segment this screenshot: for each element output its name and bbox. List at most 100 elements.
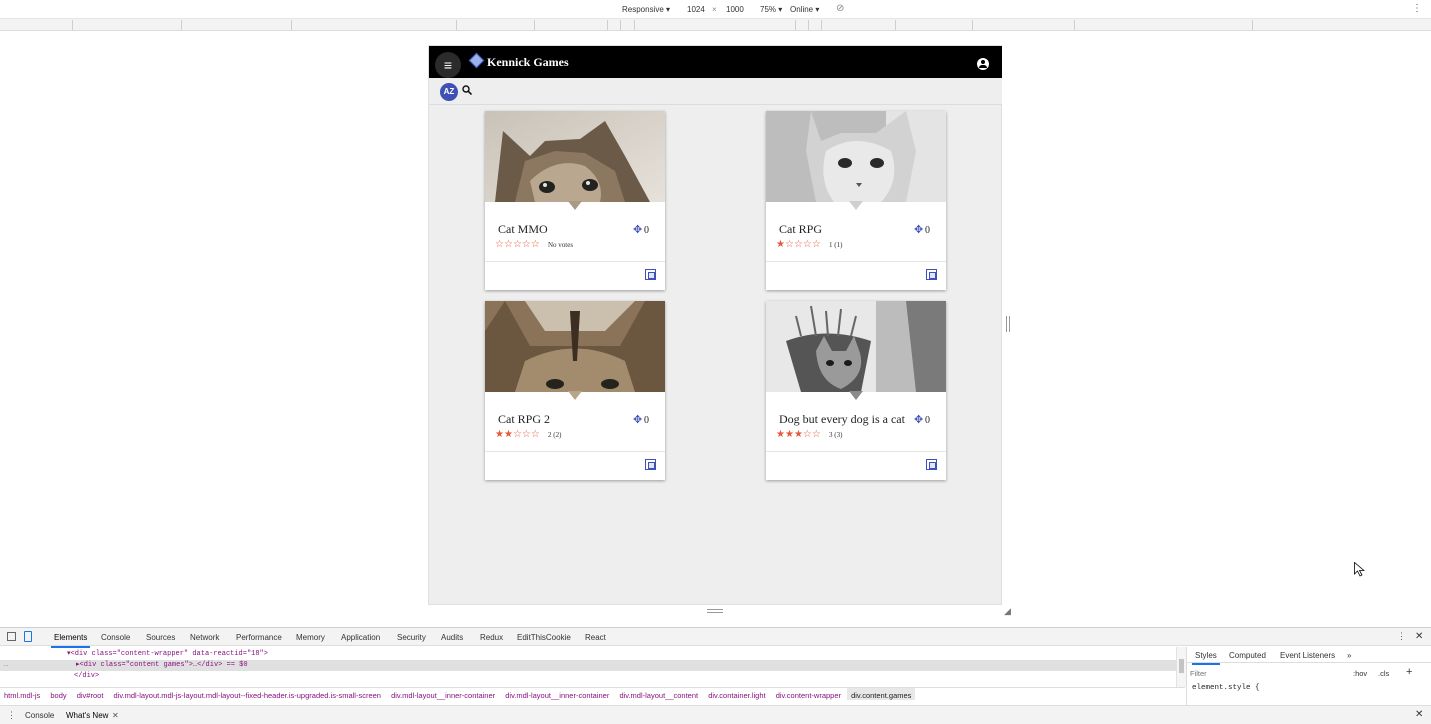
tab-computed[interactable]: Computed [1229,651,1266,660]
star-empty-icon[interactable]: ☆ [522,239,531,250]
star-empty-icon[interactable]: ☆ [531,239,540,250]
tab-application[interactable]: Application [341,633,380,642]
breadcrumb-item[interactable]: div.container.light [704,688,769,700]
vote-icon[interactable]: ✥ [914,225,923,236]
open-in-new-icon[interactable] [926,269,937,280]
close-tab-icon[interactable]: ✕ [112,711,119,720]
star-rating[interactable]: ☆☆☆☆☆ [495,239,540,251]
star-rating[interactable]: ★★☆☆☆ [495,429,540,441]
inspect-element-icon[interactable] [7,632,16,641]
star-filled-icon[interactable]: ★ [495,429,504,440]
star-filled-icon[interactable]: ★ [776,429,785,440]
zoom-select[interactable]: 75% [760,5,782,14]
game-title[interactable]: Cat RPG [779,222,822,237]
game-card[interactable]: Cat MMO ✥ 0 ☆☆☆☆☆ No votes [485,111,665,290]
hover-state-toggle[interactable]: :hov [1353,669,1367,678]
tab-console[interactable]: Console [101,633,130,642]
star-empty-icon[interactable]: ☆ [803,429,812,440]
devtools-menu-icon[interactable]: ⋮ [1397,631,1406,642]
star-rating[interactable]: ★★★☆☆ [776,429,821,441]
more-options-icon[interactable]: ⋮ [1412,3,1422,14]
network-throttle-select[interactable]: Online [790,5,819,14]
star-empty-icon[interactable]: ☆ [794,239,803,250]
menu-icon[interactable]: ≡ [435,52,461,78]
viewport-width-input[interactable]: 1024 [687,5,705,14]
star-filled-icon[interactable]: ★ [776,239,785,250]
game-title[interactable]: Cat MMO [498,222,548,237]
tab-editthiscookie[interactable]: EditThisCookie [517,633,571,642]
tab-performance[interactable]: Performance [236,633,282,642]
tab-audits[interactable]: Audits [441,633,463,642]
breadcrumb-item[interactable]: div.content-wrapper [772,688,845,700]
star-rating[interactable]: ★☆☆☆☆ [776,239,821,251]
tab-memory[interactable]: Memory [296,633,325,642]
game-title[interactable]: Dog but every dog is a cat [779,412,905,427]
viewport-height-input[interactable]: 1000 [726,5,744,14]
game-card[interactable]: Cat RPG ✥ 0 ★☆☆☆☆ 1 (1) [766,111,946,290]
drawer-menu-icon[interactable]: ⋮ [7,710,16,721]
open-in-new-icon[interactable] [926,459,937,470]
star-empty-icon[interactable]: ☆ [812,429,821,440]
sort-az-button[interactable]: AZ [440,83,458,101]
breadcrumb-item-selected[interactable]: div.content.games [847,688,916,700]
breadcrumb-item[interactable]: div.mdl-layout__inner-container [501,688,613,700]
add-rule-icon[interactable]: + [1406,666,1412,678]
tab-event-listeners[interactable]: Event Listeners [1280,651,1335,660]
tab-sources[interactable]: Sources [146,633,175,642]
breadcrumb-item[interactable]: div.mdl-layout.mdl-js-layout.mdl-layout-… [110,688,385,700]
breadcrumb-item[interactable]: body [46,688,70,700]
star-empty-icon[interactable]: ☆ [531,429,540,440]
tab-elements[interactable]: Elements [50,633,91,648]
device-mode-select[interactable]: Responsive [622,5,670,14]
dom-node[interactable]: ▾<div class="content-wrapper" data-react… [67,649,268,660]
star-filled-icon[interactable]: ★ [794,429,803,440]
close-devtools-icon[interactable]: ✕ [1415,631,1423,642]
styles-filter-input[interactable] [1190,667,1340,679]
drawer-tab-whats-new[interactable]: What's New [66,711,108,720]
tab-network[interactable]: Network [190,633,219,642]
star-empty-icon[interactable]: ☆ [513,239,522,250]
star-empty-icon[interactable]: ☆ [803,239,812,250]
game-card[interactable]: Cat RPG 2 ✥ 0 ★★☆☆☆ 2 (2) [485,301,665,480]
breadcrumb-item[interactable]: html.mdl-js [0,688,44,700]
dom-tree-scrollbar[interactable] [1176,647,1186,687]
more-tabs-icon[interactable]: » [1347,651,1351,660]
dom-node-selected[interactable]: ▸<div class="content games">…</div> == $… [0,660,1176,671]
vote-icon[interactable]: ✥ [633,225,642,236]
star-empty-icon[interactable]: ☆ [785,239,794,250]
app-title[interactable]: Kennick Games [487,55,569,70]
dom-node-ellipsis[interactable]: … [4,660,8,671]
vote-icon[interactable]: ✥ [633,415,642,426]
dom-tree[interactable]: ▾<div class="content-wrapper" data-react… [0,647,1180,687]
device-toolbar-icon[interactable] [24,631,32,642]
open-in-new-icon[interactable] [645,269,656,280]
star-empty-icon[interactable]: ☆ [522,429,531,440]
viewport-resize-handle-right[interactable] [1006,316,1010,332]
dom-node[interactable]: </div> [74,671,99,682]
rotate-icon[interactable]: ⊘ [836,3,844,14]
star-empty-icon[interactable]: ☆ [504,239,513,250]
viewport-resize-handle-bottom[interactable] [707,609,723,613]
account-icon[interactable] [977,58,989,70]
element-style-rule[interactable]: element.style { [1192,684,1260,692]
close-drawer-icon[interactable]: ✕ [1415,709,1423,720]
viewport-resize-handle-corner[interactable]: ◢ [1004,606,1011,617]
vote-icon[interactable]: ✥ [914,415,923,426]
breadcrumb-item[interactable]: div#root [73,688,108,700]
star-empty-icon[interactable]: ☆ [495,239,504,250]
tab-styles[interactable]: Styles [1192,651,1220,665]
drawer-tab-console[interactable]: Console [25,711,54,720]
search-icon[interactable] [462,85,472,95]
media-query-bar[interactable] [0,19,1431,31]
breadcrumb-item[interactable]: div.mdl-layout__inner-container [387,688,499,700]
tab-react[interactable]: React [585,633,606,642]
game-card[interactable]: Dog but every dog is a cat ✥ 0 ★★★☆☆ 3 (… [766,301,946,480]
star-empty-icon[interactable]: ☆ [812,239,821,250]
tab-redux[interactable]: Redux [480,633,503,642]
game-title[interactable]: Cat RPG 2 [498,412,550,427]
open-in-new-icon[interactable] [645,459,656,470]
star-filled-icon[interactable]: ★ [504,429,513,440]
star-empty-icon[interactable]: ☆ [513,429,522,440]
tab-security[interactable]: Security [397,633,426,642]
star-filled-icon[interactable]: ★ [785,429,794,440]
